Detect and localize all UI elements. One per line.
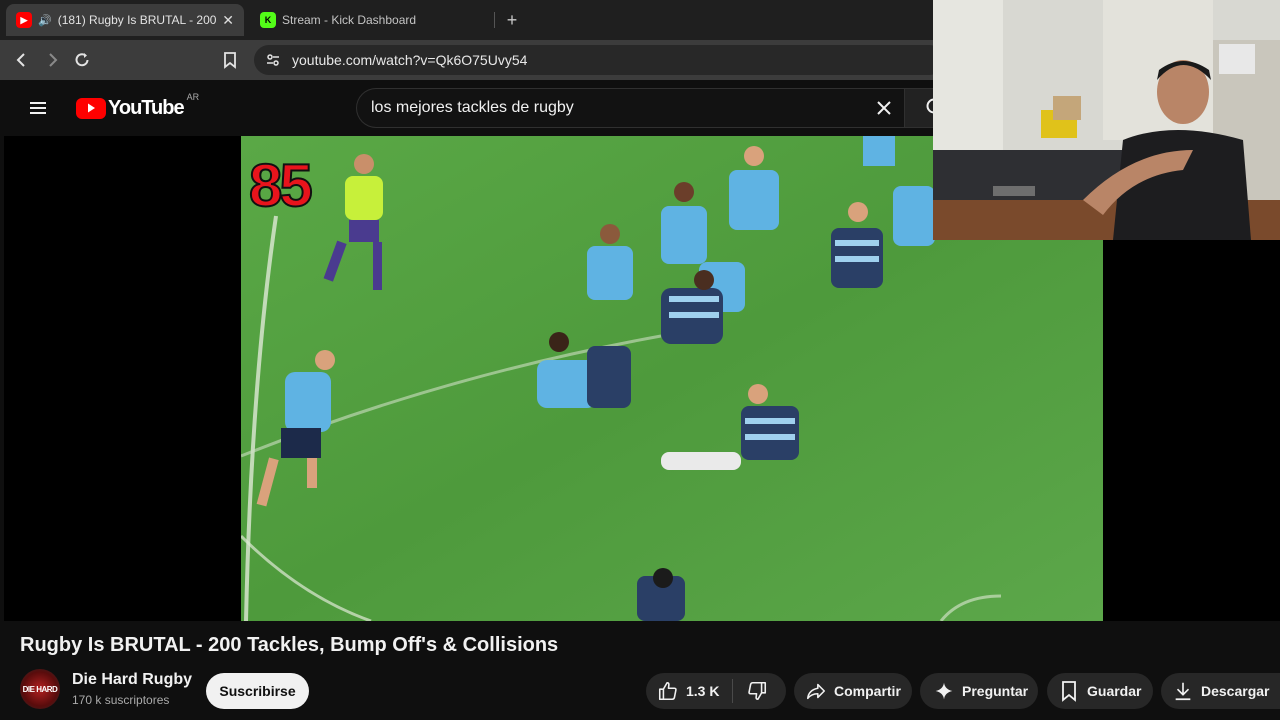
thumbs-up-icon xyxy=(656,679,680,703)
channel-name[interactable]: Die Hard Rugby xyxy=(72,671,192,689)
save-label: Guardar xyxy=(1087,683,1142,699)
bookmark-icon xyxy=(1057,679,1081,703)
ask-label: Preguntar xyxy=(962,683,1029,699)
share-button[interactable]: Compartir xyxy=(794,673,912,709)
subscriber-count: 170 k suscriptores xyxy=(72,693,170,707)
arrow-left-icon xyxy=(16,53,25,67)
share-icon xyxy=(804,679,828,703)
address-bar[interactable]: youtube.com/watch?v=Qk6O75Uvy54 xyxy=(254,45,944,75)
new-tab-button[interactable]: + xyxy=(502,8,522,32)
search-input[interactable]: los mejores tackles de rugby xyxy=(356,88,904,128)
youtube-logo[interactable]: YouTube AR xyxy=(76,92,199,120)
youtube-favicon-icon: ▶ xyxy=(16,12,32,28)
kick-favicon-icon: K xyxy=(260,12,276,28)
tab-youtube[interactable]: ▶ 🔊 (181) Rugby Is BRUTAL - 200 T ✕ xyxy=(6,4,244,36)
site-settings-icon[interactable] xyxy=(264,51,282,69)
channel-info: DIE HARD Die Hard Rugby 170 k suscriptor… xyxy=(20,669,192,709)
like-count: 1.3 K xyxy=(686,683,720,699)
tab-separator xyxy=(494,12,495,28)
bookmark-icon xyxy=(224,52,236,69)
sparkle-icon xyxy=(932,679,956,703)
back-button[interactable] xyxy=(10,48,34,72)
share-label: Compartir xyxy=(834,683,901,699)
forward-button[interactable] xyxy=(40,48,64,72)
ask-button[interactable]: Preguntar xyxy=(920,673,1038,709)
tab-title: Stream - Kick Dashboard xyxy=(282,13,417,27)
hamburger-icon xyxy=(30,102,46,114)
close-tab-icon[interactable]: ✕ xyxy=(222,12,234,29)
country-code: AR xyxy=(186,92,200,102)
download-button[interactable]: Descargar xyxy=(1161,673,1280,709)
channel-avatar[interactable]: DIE HARD xyxy=(20,669,60,709)
youtube-play-icon xyxy=(76,97,106,119)
thumbs-down-icon xyxy=(745,679,769,703)
url-text: youtube.com/watch?v=Qk6O75Uvy54 xyxy=(292,52,528,68)
like-dislike-group: 1.3 K xyxy=(646,673,786,709)
tab-kick[interactable]: K Stream - Kick Dashboard xyxy=(250,4,494,36)
like-button[interactable]: 1.3 K xyxy=(646,679,732,703)
video-title: Rugby Is BRUTAL - 200 Tackles, Bump Off'… xyxy=(20,634,559,656)
webcam-overlay xyxy=(933,0,1280,240)
clear-search-button[interactable] xyxy=(864,89,904,127)
subscribe-button[interactable]: Suscribirse xyxy=(206,673,309,709)
close-icon xyxy=(877,101,891,115)
download-label: Descargar xyxy=(1201,683,1270,699)
search-query: los mejores tackles de rugby xyxy=(371,99,574,116)
streamer-webcam-image xyxy=(933,0,1280,240)
dislike-button[interactable] xyxy=(733,679,769,703)
save-button[interactable]: Guardar xyxy=(1047,673,1153,709)
logo-wordmark: YouTube xyxy=(108,96,185,119)
arrow-right-icon xyxy=(49,53,58,67)
score-overlay: 85 xyxy=(249,152,311,219)
bookmark-button[interactable] xyxy=(218,48,242,72)
reload-button[interactable] xyxy=(70,48,94,72)
menu-button[interactable] xyxy=(26,96,50,120)
download-icon xyxy=(1171,679,1195,703)
reload-icon xyxy=(75,53,89,67)
audio-playing-icon[interactable]: 🔊 xyxy=(38,14,52,27)
tab-title: (181) Rugby Is BRUTAL - 200 T xyxy=(57,13,217,27)
